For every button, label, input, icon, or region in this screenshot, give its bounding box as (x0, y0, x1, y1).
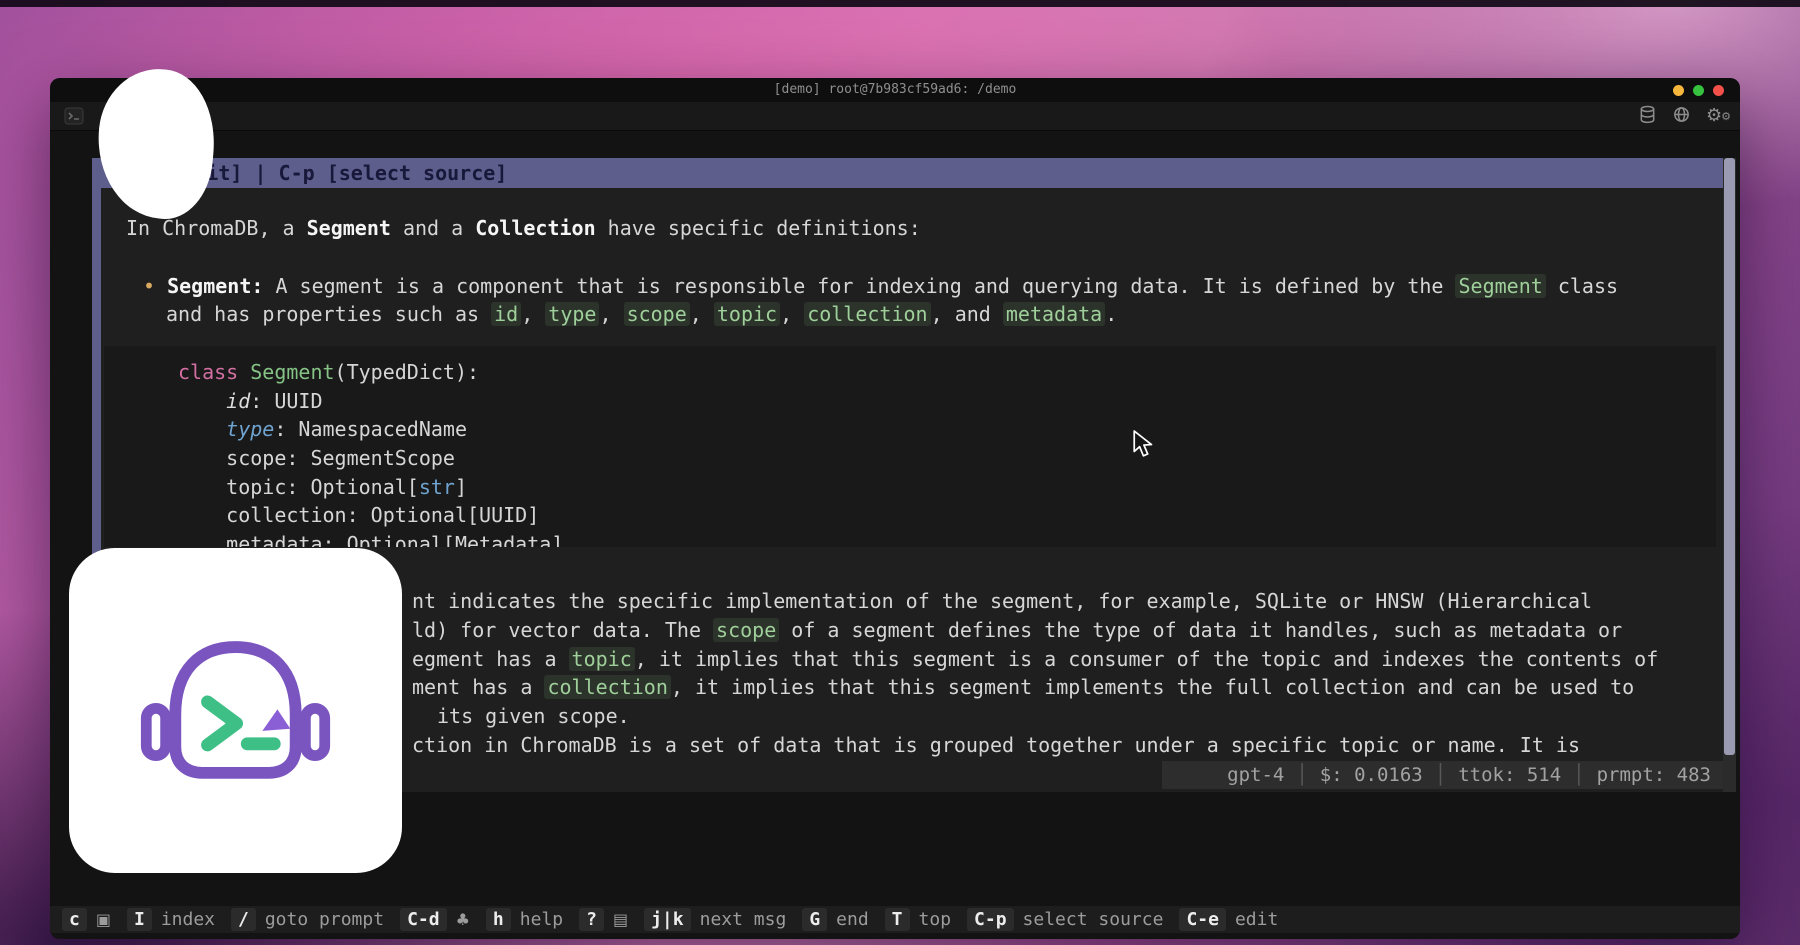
menu-bar-strip (0, 0, 1800, 7)
key-label: j|k (644, 908, 691, 931)
footer-key-index[interactable]: I index (127, 908, 215, 931)
code-line-5: topic: Optional[str] (178, 473, 467, 501)
key-label: G (802, 908, 827, 931)
key-label: C-e (1179, 908, 1226, 931)
window-title: [demo] root@7b983cf59ad6: /demo (50, 78, 1740, 102)
club-icon: ♣ (456, 910, 470, 929)
paragraph-line-1: nt indicates the specific implementation… (412, 587, 1592, 615)
status-separator: │ (1296, 764, 1307, 786)
assistant-logo-card (69, 548, 402, 873)
footer-keybar: c ▣ I index / goto prompt C-d ♣ h help (50, 906, 1740, 933)
key-label: c (62, 908, 87, 931)
status-separator: │ (1573, 764, 1584, 786)
footer-key-quit[interactable]: C-d ♣ (400, 908, 470, 931)
robot-logo-icon (128, 603, 343, 818)
keyboard-icon: ▤ (613, 910, 628, 929)
key-label: h (486, 908, 511, 931)
close-button[interactable] (1713, 85, 1724, 96)
footer-key-help[interactable]: h help (486, 908, 563, 931)
footer-key-top[interactable]: T top (885, 908, 951, 931)
window-title-bar[interactable]: [demo] root@7b983cf59ad6: /demo (50, 78, 1740, 102)
terminal-toolbar: ⚙ ⚙ (50, 102, 1740, 131)
footer-key-end[interactable]: G end (802, 908, 868, 931)
code-block: class Segment(TypedDict): id: UUID type:… (104, 346, 1716, 547)
desktop: [demo] root@7b983cf59ad6: /demo (0, 0, 1800, 945)
scrollbar[interactable] (1723, 158, 1736, 792)
paragraph-line-5: its given scope. (437, 702, 630, 730)
key-label: C-p (967, 908, 1014, 931)
terminal-tab-icon[interactable] (64, 106, 84, 130)
scrollbar-thumb[interactable] (1724, 158, 1735, 755)
toolbar-icon-group: ⚙ ⚙ (1638, 105, 1728, 127)
gear-icon: ⚙ (1706, 105, 1722, 126)
footer-key-c[interactable]: c ▣ (62, 908, 111, 931)
key-label: I (127, 908, 152, 931)
key-label: ? (579, 908, 604, 931)
code-line-2: id: UUID (178, 387, 323, 415)
paragraph-line-6: ction in ChromaDB is a set of data that … (412, 731, 1580, 759)
chat-intro-line: In ChromaDB, a Segment and a Collection … (126, 214, 921, 242)
model-status-bar: gpt-4 │ $: 0.0163 │ ttok: 514 │ prmpt: 4… (1162, 761, 1723, 789)
paragraph-line-3: egment has a topic, it implies that this… (412, 645, 1658, 673)
status-separator: │ (1435, 764, 1446, 786)
traffic-lights (1673, 85, 1724, 96)
footer-key-edit[interactable]: C-e edit (1179, 908, 1278, 931)
paragraph-line-2: ld) for vector data. The scope of a segm… (412, 616, 1622, 644)
key-label: C-d (400, 908, 447, 931)
key-label: T (885, 908, 910, 931)
database-icon[interactable] (1638, 105, 1657, 128)
code-line-6: collection: Optional[UUID] (178, 501, 539, 529)
segment-bullet-line-1: • Segment: A segment is a component that… (143, 272, 1618, 300)
footer-key-goto-prompt[interactable]: / goto prompt (231, 908, 384, 931)
key-label: / (231, 908, 256, 931)
mouse-cursor (1132, 430, 1158, 462)
message-source-header: C-e [edit] | C-p [select source] (92, 158, 1723, 188)
footer-key-next-msg[interactable]: j|k next msg (644, 908, 786, 931)
code-line-7: metadata: Optional[Metadata] (178, 530, 563, 547)
minimize-button[interactable] (1673, 85, 1684, 96)
code-line-3: type: NamespacedName (178, 415, 467, 443)
zoom-button[interactable] (1693, 85, 1704, 96)
footer-key-select-source[interactable]: C-p select source (967, 908, 1163, 931)
prompt-tokens: prmpt: 483 (1597, 764, 1711, 786)
segment-bullet-line-2: and has properties such as id, type, sco… (166, 300, 1117, 328)
screen-icon: ▣ (96, 910, 111, 929)
cost-value: $: 0.0163 (1320, 764, 1423, 786)
model-name: gpt-4 (1227, 764, 1284, 786)
total-tokens: ttok: 514 (1458, 764, 1561, 786)
code-line-4: scope: SegmentScope (178, 444, 455, 472)
code-line-1: class Segment(TypedDict): (178, 358, 479, 386)
gear-small-icon: ⚙ (1721, 106, 1731, 128)
paragraph-line-4: ment has a collection, it implies that t… (412, 673, 1634, 701)
settings-gears-icon[interactable]: ⚙ ⚙ (1706, 105, 1728, 127)
globe-icon[interactable] (1672, 105, 1691, 128)
footer-key-shortcuts[interactable]: ? ▤ (579, 908, 628, 931)
